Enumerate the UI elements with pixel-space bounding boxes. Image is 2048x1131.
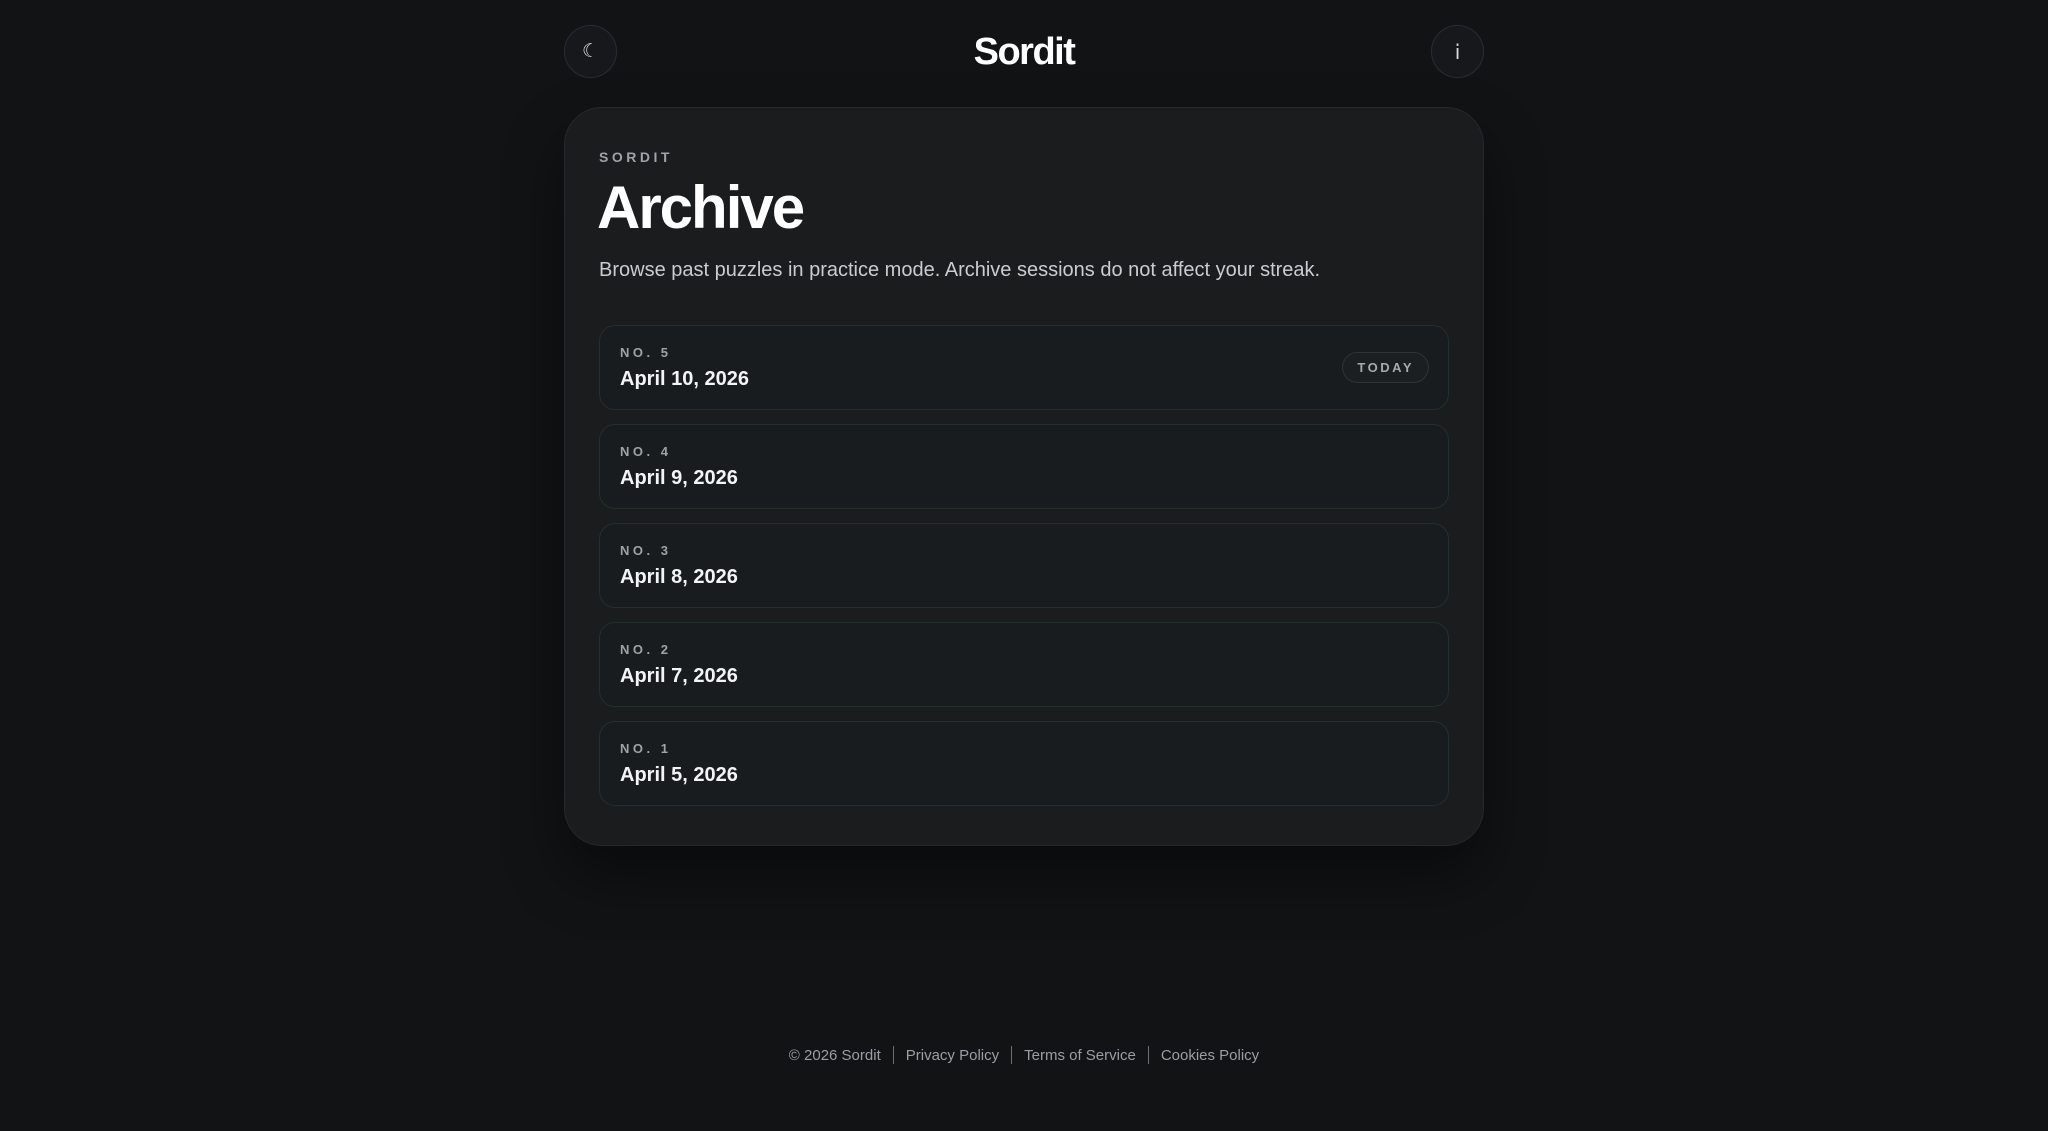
page: ☾ Sordit i SORDIT Archive Browse past pu… xyxy=(0,0,2048,1131)
terms-of-service-link[interactable]: Terms of Service xyxy=(1024,1047,1136,1064)
privacy-policy-link[interactable]: Privacy Policy xyxy=(906,1047,999,1064)
footer: © 2026 Sordit Privacy Policy Terms of Se… xyxy=(0,1046,2048,1064)
archive-item-date: April 7, 2026 xyxy=(620,665,738,687)
archive-item-1[interactable]: NO. 1 April 5, 2026 xyxy=(599,721,1449,806)
archive-item-number: NO. 1 xyxy=(620,741,672,756)
archive-item-number: NO. 5 xyxy=(620,345,672,360)
archive-item-number: NO. 2 xyxy=(620,642,672,657)
footer-divider xyxy=(892,1046,894,1064)
card-eyebrow: SORDIT xyxy=(599,149,673,165)
archive-item-4[interactable]: NO. 4 April 9, 2026 xyxy=(599,424,1449,509)
archive-item-number: NO. 3 xyxy=(620,543,672,558)
brand-logo: Sordit xyxy=(973,31,1076,73)
moon-icon: ☾ xyxy=(581,41,600,62)
cookies-policy-link[interactable]: Cookies Policy xyxy=(1161,1047,1259,1064)
archive-item-3[interactable]: NO. 3 April 8, 2026 xyxy=(599,523,1449,608)
today-badge: TODAY xyxy=(1342,352,1429,383)
top-bar: ☾ Sordit i xyxy=(564,0,1484,104)
archive-item-date: April 9, 2026 xyxy=(620,467,738,489)
archive-list: NO. 5 April 10, 2026 TODAY NO. 4 April 9… xyxy=(599,325,1449,820)
archive-item-date: April 5, 2026 xyxy=(620,764,738,786)
archive-item-5[interactable]: NO. 5 April 10, 2026 TODAY xyxy=(599,325,1449,410)
copyright-text: © 2026 Sordit xyxy=(788,1046,881,1064)
theme-toggle-button[interactable]: ☾ xyxy=(564,25,617,78)
page-subtitle: Browse past puzzles in practice mode. Ar… xyxy=(599,259,1321,281)
archive-item-date: April 8, 2026 xyxy=(620,566,738,588)
info-button[interactable]: i xyxy=(1431,25,1484,78)
footer-divider xyxy=(1147,1046,1149,1064)
info-icon: i xyxy=(1454,39,1461,64)
archive-item-2[interactable]: NO. 2 April 7, 2026 xyxy=(599,622,1449,707)
footer-divider xyxy=(1011,1046,1013,1064)
archive-item-number: NO. 4 xyxy=(620,444,672,459)
archive-item-date: April 10, 2026 xyxy=(620,368,749,390)
page-title: Archive xyxy=(597,174,805,241)
